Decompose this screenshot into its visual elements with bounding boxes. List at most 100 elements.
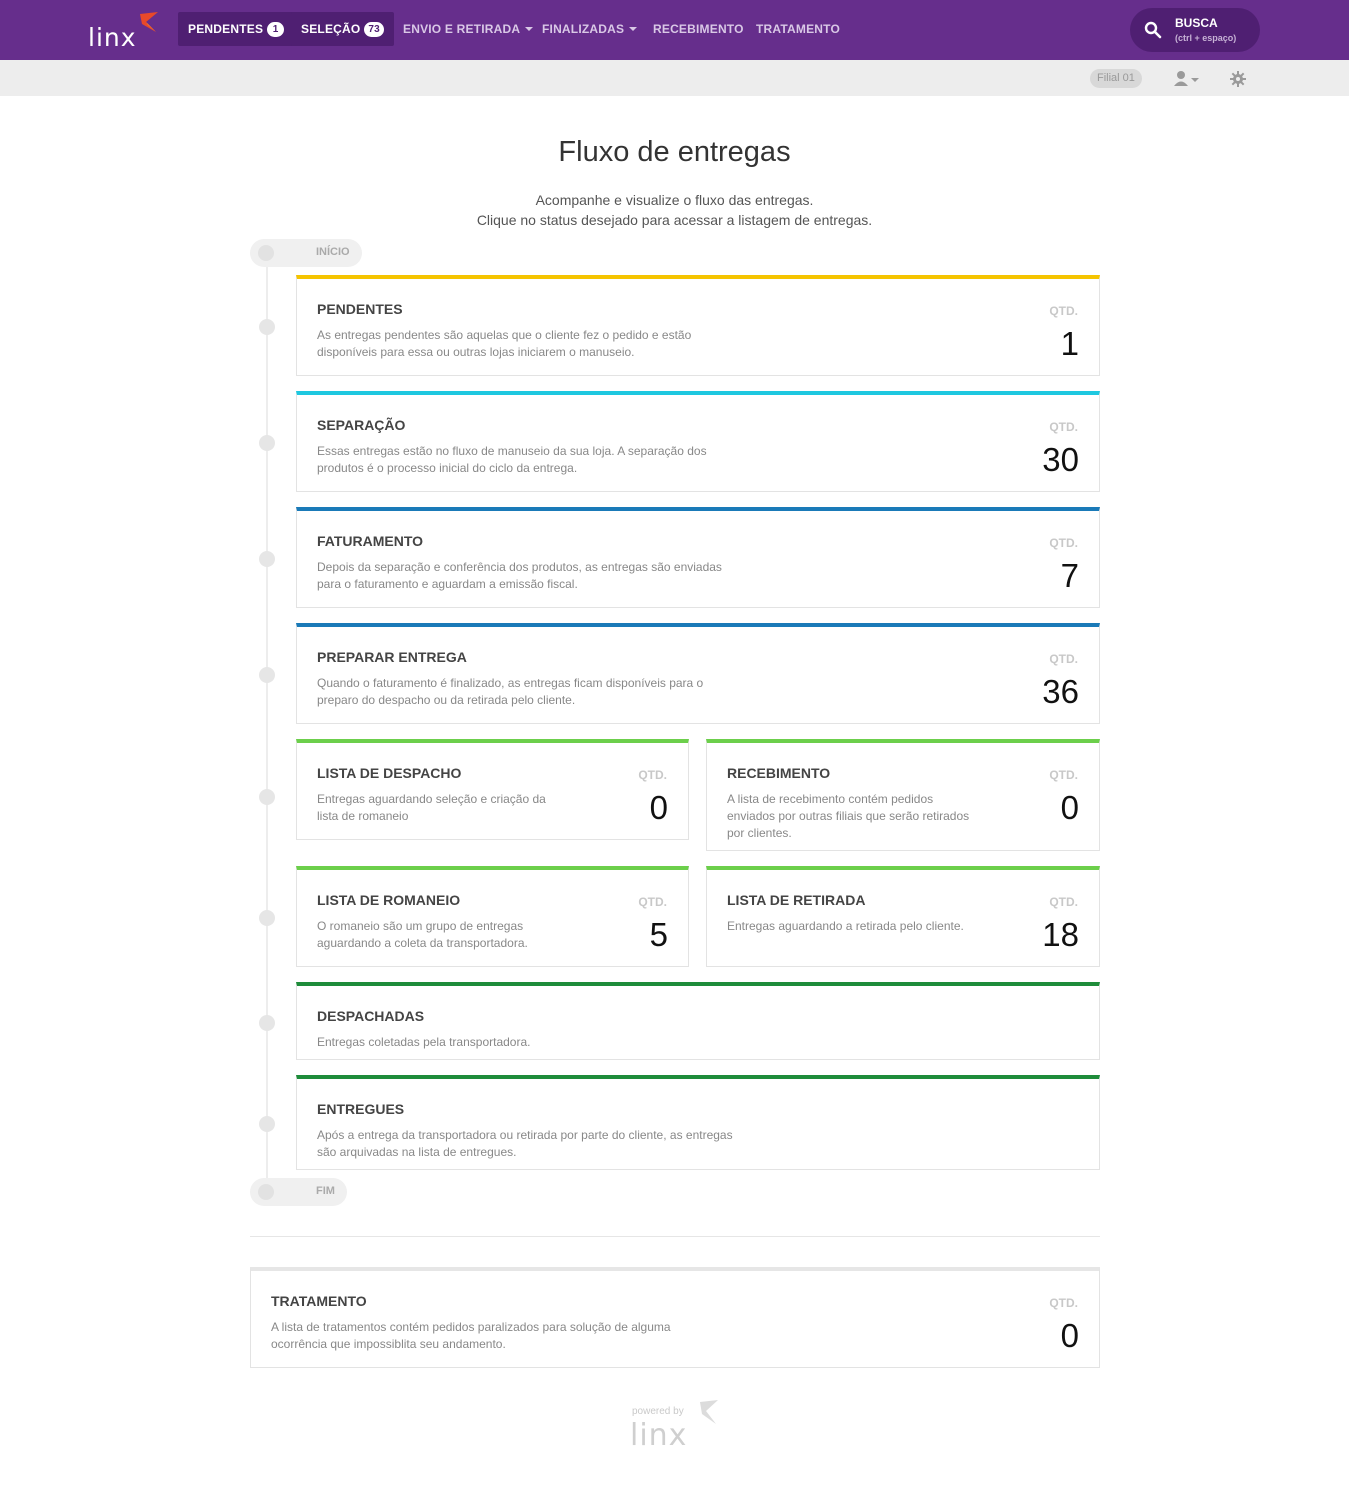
card-title: DESPACHADAS [317,1008,425,1024]
card-count: 5 [649,916,668,953]
nav-selecao[interactable]: SELEÇÃO 73 [291,12,394,46]
search-button[interactable]: BUSCA (ctrl + espaço) [1130,8,1260,52]
subtitle-line-1: Acompanhe e visualize o fluxo das entreg… [535,192,814,208]
card-count: 36 [1042,673,1079,710]
chevron-down-icon [629,27,638,31]
nav-selecao-label: SELEÇÃO [301,22,361,36]
status-card-pendentes[interactable]: PENDENTES As entregas pendentes são aque… [296,275,1100,376]
card-title: SEPARAÇÃO [317,417,406,433]
timeline-dot [259,910,275,926]
card-count: 0 [1060,1317,1079,1354]
powered-by-logo: powered by linx [630,1398,730,1458]
qtd-label: QTD. [1049,536,1078,550]
status-card-faturamento[interactable]: FATURAMENTO Depois da separação e confer… [296,507,1100,608]
card-title: LISTA DE ROMANEIO [317,892,461,908]
card-title: PENDENTES [317,301,403,317]
nav-envio-retirada-label: ENVIO E RETIRADA [403,22,521,36]
status-card-separacao[interactable]: SEPARAÇÃO Essas entregas estão no fluxo … [296,391,1100,492]
star-logo-icon [700,1400,718,1424]
linx-logo[interactable]: linx [88,10,163,52]
status-card-lista-despacho[interactable]: LISTA DE DESPACHO Entregas aguardando se… [296,739,689,840]
qtd-label: QTD. [1049,1296,1078,1310]
nav-envio-retirada[interactable]: ENVIO E RETIRADA [393,12,543,46]
nav-tratamento-label: TRATAMENTO [756,22,840,36]
card-description-line: Entregas aguardando a retirada pelo clie… [727,919,964,933]
qtd-label: QTD. [638,768,667,782]
card-description: Após a entrega da transportadora ou reti… [317,1127,733,1161]
qtd-label: QTD. [1049,304,1078,318]
secondary-bar: Filial 01 [0,60,1349,96]
card-description-line: A lista de recebimento contém pedidos [727,792,934,806]
card-description-line: Após a entrega da transportadora ou reti… [317,1128,733,1142]
card-count: 0 [649,789,668,826]
card-description-line: Depois da separação e conferência dos pr… [317,560,722,574]
timeline-start-label: INÍCIO [316,246,350,258]
nav-recebimento-label: RECEBIMENTO [653,22,744,36]
timeline-end-label: FIM [316,1185,335,1197]
card-description: Essas entregas estão no fluxo de manusei… [317,443,707,477]
search-label: BUSCA [1175,16,1218,30]
timeline-end: FIM [250,1178,347,1206]
logo-text: linx [88,23,137,52]
card-count: 0 [1060,789,1079,826]
card-description-line: Essas entregas estão no fluxo de manusei… [317,444,707,458]
timeline-start: INÍCIO [250,239,362,267]
card-title: LISTA DE DESPACHO [317,765,462,781]
status-card-lista-romaneio[interactable]: LISTA DE ROMANEIO O romaneio são um grup… [296,866,689,967]
status-card-entregues[interactable]: ENTREGUES Após a entrega da transportado… [296,1075,1100,1170]
card-description-line: disponíveis para essa ou outras lojas in… [317,345,635,359]
card-description-line: O romaneio são um grupo de entregas [317,919,524,933]
card-description: O romaneio são um grupo de entregas agua… [317,918,528,952]
user-menu[interactable] [1172,70,1202,88]
card-title: LISTA DE RETIRADA [727,892,866,908]
card-description-line: A lista de tratamentos contém pedidos pa… [271,1320,671,1334]
gear-icon[interactable] [1230,71,1246,87]
card-title: PREPARAR ENTREGA [317,649,467,665]
timeline-dot [259,667,275,683]
nav-recebimento[interactable]: RECEBIMENTO [643,12,754,46]
card-title: ENTREGUES [317,1101,405,1117]
top-navbar: linx PENDENTES 1 SELEÇÃO 73 ENVIO E RETIRA… [0,0,1349,60]
nav-tratamento[interactable]: TRATAMENTO [746,12,850,46]
powered-by-label: powered by [632,1406,684,1417]
section-divider [250,1236,1100,1237]
qtd-label: QTD. [1049,420,1078,434]
card-description-line: ocorrência que impossiblita seu andament… [271,1337,506,1351]
card-title: TRATAMENTO [271,1293,367,1309]
search-icon [1144,21,1162,39]
card-count: 1 [1060,325,1079,362]
card-title: FATURAMENTO [317,533,424,549]
page-subtitle: Acompanhe e visualize o fluxo das entreg… [0,190,1349,230]
timeline-dot [258,245,274,261]
card-description: A lista de tratamentos contém pedidos pa… [271,1319,671,1353]
branch-selector[interactable]: Filial 01 [1090,69,1142,88]
card-description: Entregas aguardando a retirada pelo clie… [727,918,964,935]
card-description: Entregas aguardando seleção e criação da… [317,791,546,825]
card-count: 30 [1042,441,1079,478]
subtitle-line-2: Clique no status desejado para acessar a… [476,212,873,228]
selecao-badge: 73 [364,22,384,37]
card-description-line: são arquivadas na lista de entregues. [317,1145,517,1159]
card-description-line: Entregas coletadas pela transportadora. [317,1035,531,1049]
card-description-line: As entregas pendentes são aquelas que o … [317,328,692,342]
card-description-line: enviados por outras filiais que serão re… [727,809,970,823]
nav-pendentes[interactable]: PENDENTES 1 [178,12,295,46]
status-card-recebimento[interactable]: RECEBIMENTO A lista de recebimento conté… [706,739,1100,851]
card-description-line: preparo do despacho ou da retirada pelo … [317,693,576,707]
status-card-lista-retirada[interactable]: LISTA DE RETIRADA Entregas aguardando a … [706,866,1100,967]
qtd-label: QTD. [1049,895,1078,909]
timeline-dot [259,1116,275,1132]
card-description: As entregas pendentes são aquelas que o … [317,327,691,361]
pendentes-badge: 1 [267,22,285,37]
qtd-label: QTD. [1049,652,1078,666]
status-card-tratamento[interactable]: TRATAMENTO A lista de tratamentos contém… [250,1267,1100,1368]
nav-finalizadas-label: FINALIZADAS [542,22,625,36]
search-shortcut-hint: (ctrl + espaço) [1175,33,1237,43]
card-description-line: lista de romaneio [317,809,409,823]
status-card-despachadas[interactable]: DESPACHADAS Entregas coletadas pela tran… [296,982,1100,1060]
timeline-dot [259,319,275,335]
card-description-line: produtos é o processo inicial do ciclo d… [317,461,578,475]
timeline-line [266,264,268,1198]
status-card-preparar-entrega[interactable]: PREPARAR ENTREGA Quando o faturamento é … [296,623,1100,724]
nav-finalizadas[interactable]: FINALIZADAS [532,12,647,46]
